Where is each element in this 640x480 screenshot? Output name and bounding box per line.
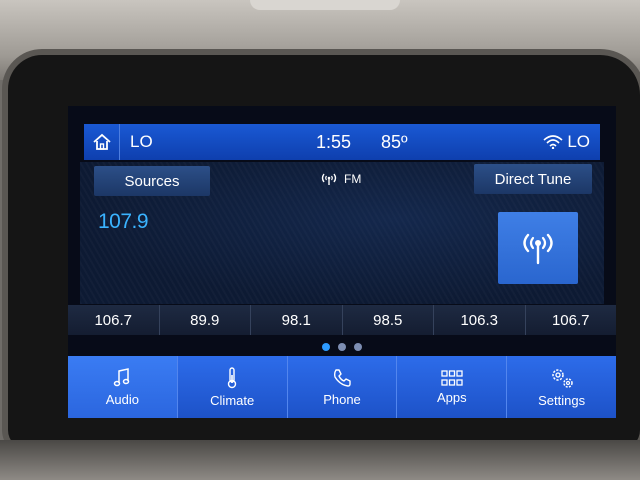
nav-climate[interactable]: Climate [178, 356, 288, 418]
nav-apps-label: Apps [436, 389, 467, 405]
outside-temperature: 85º [381, 131, 408, 152]
apps-grid-icon [441, 369, 463, 386]
direct-tune-button[interactable]: Direct Tune [474, 164, 592, 194]
dashboard-vent [250, 0, 400, 10]
nav-settings[interactable]: Settings [507, 356, 616, 418]
audio-main-panel: Sources FM Direct Tune 107.9 [80, 162, 604, 304]
sources-button[interactable]: Sources [94, 166, 210, 196]
nav-climate-label: Climate [210, 392, 255, 408]
thermometer-icon [227, 366, 237, 388]
clock: 1:55 [316, 131, 352, 152]
status-bar: LO 1:55 85º LO [84, 124, 600, 160]
nav-phone-label: Phone [323, 391, 361, 407]
bottom-nav: Audio Climate Phone Apps Settings [68, 356, 616, 418]
dashboard-bottom [0, 440, 640, 480]
preset-3[interactable]: 98.1 [251, 305, 343, 335]
wifi-label: LO [567, 132, 590, 151]
preset-2[interactable]: 89.9 [160, 305, 251, 335]
home-button[interactable] [84, 124, 120, 160]
home-icon [92, 133, 111, 150]
nav-audio[interactable]: Audio [68, 356, 178, 418]
wifi-status[interactable]: LO [543, 132, 590, 152]
broadcast-icon [321, 173, 337, 185]
preset-4[interactable]: 98.5 [343, 305, 434, 335]
wifi-icon [543, 135, 563, 149]
page-dot[interactable] [354, 343, 362, 351]
radio-antenna-icon [523, 233, 553, 265]
infotainment-screen: LO 1:55 85º LO Sources FM Direct Tune 10… [68, 106, 616, 418]
band-indicator: FM [320, 172, 361, 186]
page-dot[interactable] [338, 343, 346, 351]
preset-bar: 106.7 89.9 98.1 98.5 106.3 106.7 [68, 305, 616, 335]
nav-phone[interactable]: Phone [288, 356, 398, 418]
nav-apps[interactable]: Apps [397, 356, 508, 418]
current-frequency: 107.9 [98, 210, 149, 233]
preset-6[interactable]: 106.7 [526, 305, 617, 335]
gears-icon [551, 368, 573, 388]
phone-icon [333, 368, 351, 387]
station-art-tile[interactable] [498, 212, 578, 284]
page-dot[interactable] [322, 343, 330, 351]
music-note-icon [114, 367, 130, 386]
band-label: FM [344, 172, 362, 186]
fan-level-label[interactable]: LO [130, 132, 153, 152]
nav-settings-label: Settings [538, 392, 586, 408]
nav-audio-label: Audio [105, 391, 140, 407]
preset-5[interactable]: 106.3 [434, 305, 526, 335]
page-indicator[interactable] [322, 343, 362, 351]
preset-1[interactable]: 106.7 [68, 305, 160, 335]
